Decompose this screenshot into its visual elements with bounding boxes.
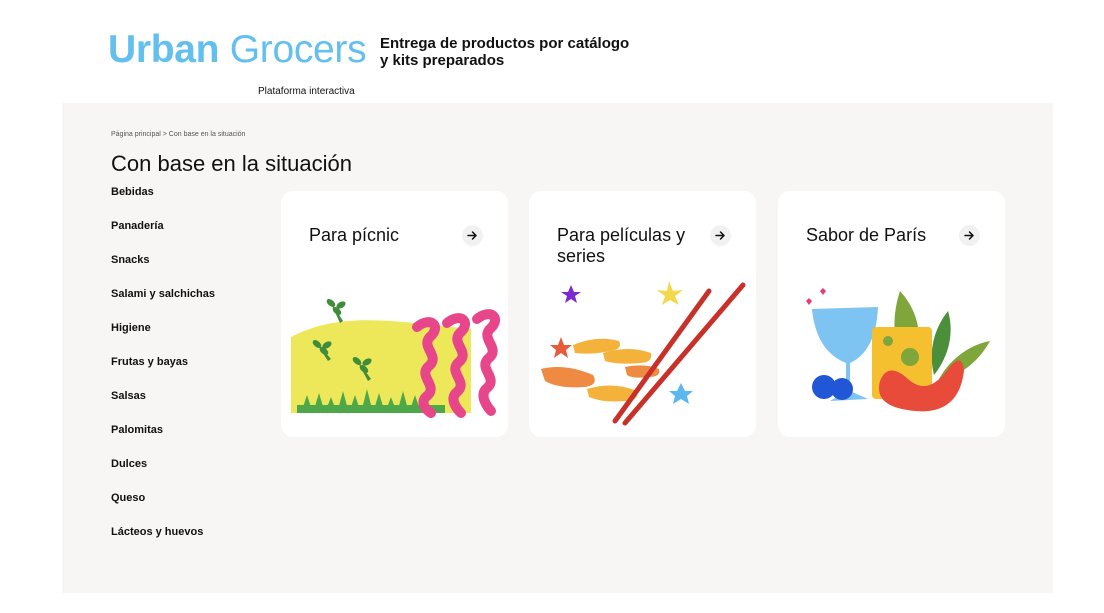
paris-illustration (806, 288, 990, 412)
sidebar-item-salami[interactable]: Salami y salchichas (111, 287, 271, 321)
category-sidebar: Bebidas Panadería Snacks Salami y salchi… (111, 185, 271, 559)
card-picnic[interactable]: Para pícnic (281, 191, 508, 437)
card-sabor-paris[interactable]: Sabor de París (778, 191, 1005, 437)
tagline-line-1: Entrega de productos por catálogo (380, 35, 630, 52)
card-title: Sabor de París (806, 225, 927, 245)
arrow-right-icon[interactable] (959, 225, 980, 246)
picnic-illustration (291, 299, 500, 418)
tagline: Entrega de productos por catálogo y kits… (380, 35, 660, 69)
main-panel: Página principal > Con base en la situac… (62, 103, 1053, 593)
sidebar-item-dulces[interactable]: Dulces (111, 457, 271, 491)
sidebar-item-bebidas[interactable]: Bebidas (111, 185, 271, 219)
sidebar-item-frutas[interactable]: Frutas y bayas (111, 355, 271, 389)
card-title: Para películas y series (557, 225, 686, 266)
arrow-right-icon[interactable] (462, 225, 483, 246)
site-header: Urban Grocers Plataforma interactiva Ent… (108, 26, 808, 97)
sidebar-item-lacteos[interactable]: Lácteos y huevos (111, 525, 271, 559)
sidebar-item-snacks[interactable]: Snacks (111, 253, 271, 287)
sidebar-item-salsas[interactable]: Salsas (111, 389, 271, 423)
sidebar-item-queso[interactable]: Queso (111, 491, 271, 525)
logo-subtitle: Plataforma interactiva (258, 86, 355, 97)
logo[interactable]: Urban Grocers Plataforma interactiva (108, 26, 367, 97)
logo-wordmark: Urban Grocers (108, 26, 367, 74)
breadcrumb[interactable]: Página principal > Con base en la situac… (111, 131, 245, 138)
sidebar-item-panaderia[interactable]: Panadería (111, 219, 271, 253)
logo-bold: Urban (108, 28, 220, 71)
sidebar-item-higiene[interactable]: Higiene (111, 321, 271, 355)
movies-illustration (541, 281, 746, 426)
card-peliculas-series[interactable]: Para películas y series (529, 191, 756, 437)
page-title: Con base en la situación (111, 151, 352, 176)
sidebar-item-palomitas[interactable]: Palomitas (111, 423, 271, 457)
arrow-right-icon[interactable] (710, 225, 731, 246)
logo-light: Grocers (229, 28, 367, 71)
tagline-line-2: y kits preparados (380, 52, 505, 69)
card-title: Para pícnic (309, 225, 400, 245)
